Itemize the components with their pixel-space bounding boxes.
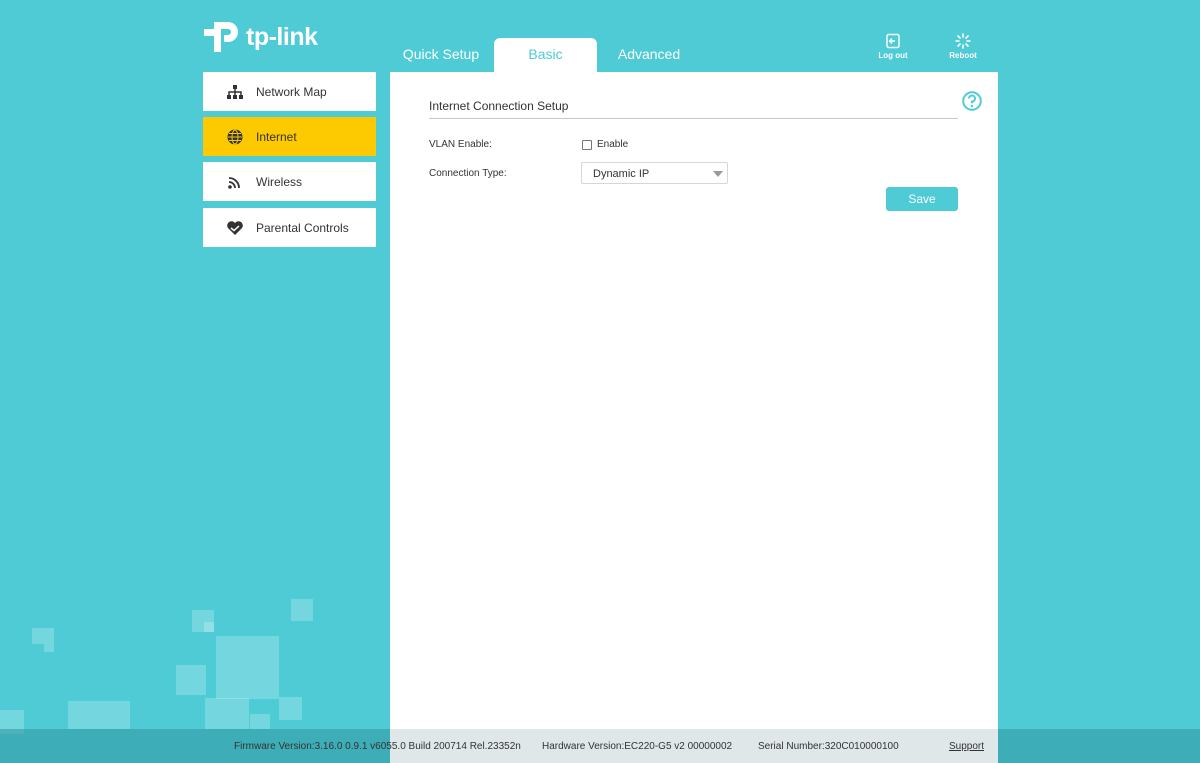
parental-heart-icon [226, 219, 244, 237]
serial-number: Serial Number:320C010000100 [758, 741, 899, 752]
reboot-icon [955, 33, 971, 49]
network-map-icon [226, 83, 244, 101]
tab-label: Quick Setup [402, 46, 480, 62]
logout-icon [886, 33, 900, 49]
decorative-square [216, 636, 279, 699]
decorative-square [291, 599, 313, 621]
decorative-square [279, 697, 302, 720]
globe-icon [226, 128, 244, 146]
decorative-square [68, 701, 130, 729]
connection-type-label: Connection Type: [429, 168, 507, 179]
decorative-square [44, 644, 54, 652]
vlan-enable-checkbox[interactable] [582, 140, 592, 150]
firmware-version: Firmware Version:3.16.0 0.9.1 v6055.0 Bu… [234, 741, 521, 752]
sidebar-item-wireless[interactable]: Wireless [203, 162, 376, 201]
section-title: Internet Connection Setup [429, 99, 569, 113]
sidebar-item-label: Wireless [256, 174, 303, 189]
decorative-square [250, 714, 270, 729]
vlan-enable-checkbox-label[interactable]: Enable [597, 139, 628, 150]
vlan-enable-label: VLAN Enable: [429, 139, 492, 150]
save-button[interactable]: Save [886, 187, 958, 211]
tab-label: Advanced [617, 46, 681, 62]
sidebar-item-internet[interactable]: Internet [203, 117, 376, 156]
logo-text: tp-link [246, 22, 318, 51]
tab-quick-setup[interactable]: Quick Setup [390, 38, 492, 72]
section-divider [429, 118, 958, 119]
sidebar-item-parental-controls[interactable]: Parental Controls [203, 208, 376, 247]
help-icon[interactable] [962, 91, 982, 116]
decorative-square [204, 622, 214, 632]
tp-link-logo: tp-link [202, 18, 318, 56]
tab-advanced[interactable]: Advanced [598, 38, 700, 72]
decorative-square [32, 628, 54, 644]
sidebar-item-network-map[interactable]: Network Map [203, 72, 376, 111]
tab-label: Basic [528, 46, 563, 62]
tab-basic[interactable]: Basic [494, 38, 597, 72]
reboot-button[interactable]: Reboot [933, 33, 993, 60]
chevron-down-icon [713, 171, 723, 177]
wifi-icon [226, 173, 244, 191]
sidebar-item-label: Parental Controls [256, 220, 349, 235]
support-link[interactable]: Support [949, 741, 984, 752]
main-panel: Internet Connection Setup VLAN Enable: E… [390, 72, 998, 763]
connection-type-value: Dynamic IP [593, 168, 650, 180]
decorative-square [176, 665, 206, 695]
reboot-label: Reboot [949, 51, 977, 60]
tp-link-logo-icon [204, 22, 238, 52]
logout-label: Log out [878, 51, 908, 60]
connection-type-select[interactable]: Dynamic IP [581, 162, 728, 184]
decorative-square [205, 698, 249, 729]
hardware-version: Hardware Version:EC220-G5 v2 00000002 [542, 741, 733, 752]
logout-button[interactable]: Log out [863, 33, 923, 60]
sidebar-item-label: Internet [256, 129, 297, 144]
sidebar-item-label: Network Map [256, 84, 327, 99]
